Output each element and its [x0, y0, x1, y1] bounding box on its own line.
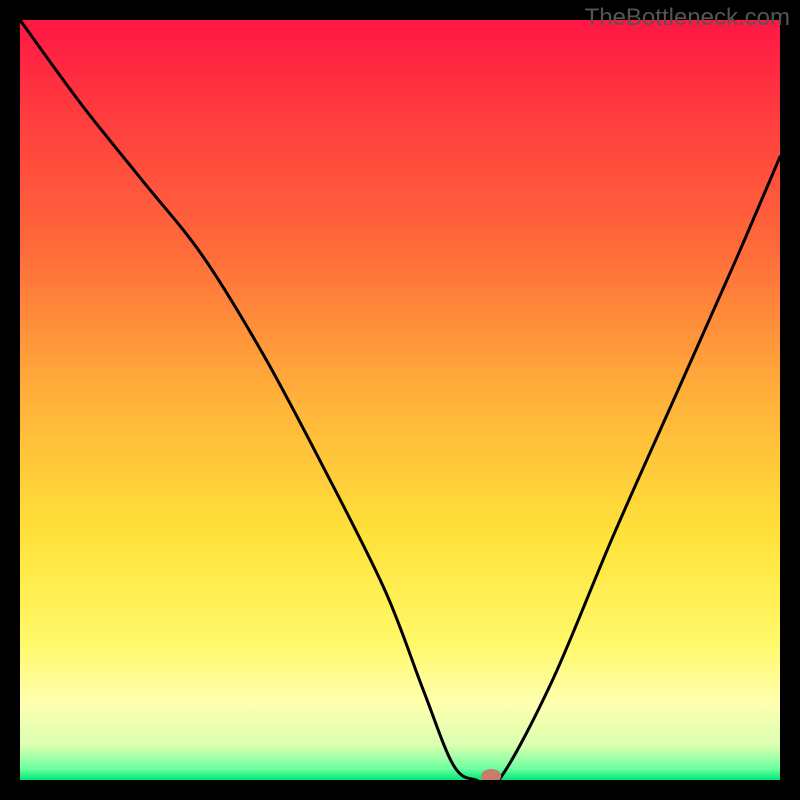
chart-background — [20, 20, 780, 780]
chart-svg — [20, 20, 780, 780]
chart-area — [20, 20, 780, 780]
watermark-text: TheBottleneck.com — [585, 4, 790, 32]
